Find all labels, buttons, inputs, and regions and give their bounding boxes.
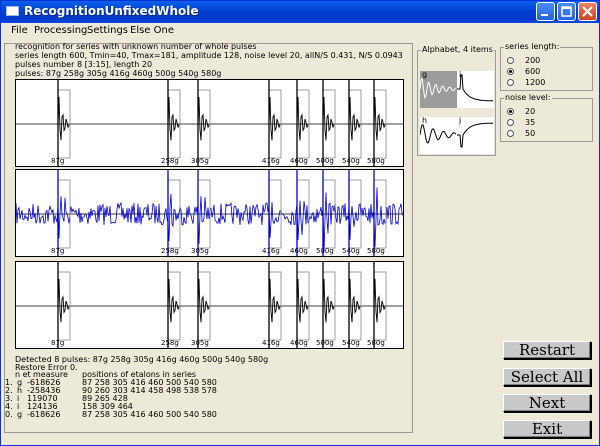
- pulse-mark-580g: [373, 80, 387, 166]
- radio-label: 20: [525, 107, 536, 116]
- plot-pulses-clean: [15, 79, 404, 167]
- pulse-mark-540g: [348, 170, 362, 256]
- main-window: RecognitionUnfixedWhole File Processing …: [0, 0, 600, 446]
- radio-label: 50: [525, 129, 536, 138]
- alphabet-item-g[interactable]: g: [420, 70, 457, 108]
- select-all-button[interactable]: Select All: [503, 368, 591, 386]
- pulse-label: 580g: [367, 339, 385, 347]
- plot-noisy-series: [15, 169, 404, 257]
- pulse-mark-500g: [322, 80, 336, 166]
- pulse-label: 540g: [342, 247, 360, 255]
- pulse-label: 416g: [262, 247, 280, 255]
- pulse-label: 460g: [290, 339, 308, 347]
- alphabet-item-h[interactable]: h: [420, 116, 457, 154]
- restart-button[interactable]: Restart: [503, 341, 591, 359]
- pulse-mark-87g: [57, 80, 71, 166]
- pulse-mark-87g: [57, 262, 71, 348]
- menu-bar: File Processing Settings Else One: [1, 23, 599, 40]
- pulse-mark-580g: [373, 262, 387, 348]
- maximize-button[interactable]: [557, 2, 576, 21]
- pulse-label: 500g: [316, 157, 334, 165]
- radio-circle-icon[interactable]: [507, 79, 514, 86]
- window-title: RecognitionUnfixedWhole: [24, 4, 199, 18]
- pulse-label: 416g: [262, 339, 280, 347]
- radio-circle-icon[interactable]: [507, 57, 514, 64]
- exit-button[interactable]: Exit: [503, 420, 591, 438]
- pulse-label: 540g: [342, 339, 360, 347]
- menu-else-one[interactable]: Else One: [130, 25, 174, 36]
- close-icon: [582, 6, 593, 17]
- app-window-icon: [6, 6, 19, 16]
- pulse-label: 460g: [290, 247, 308, 255]
- pulse-mark-305g: [197, 262, 211, 348]
- radio-circle-icon[interactable]: [507, 68, 514, 75]
- minimize-button[interactable]: [536, 2, 555, 21]
- pulse-label: 305g: [191, 247, 209, 255]
- alphabet-label: Alphabet, 4 items: [421, 45, 494, 54]
- pulse-label: 580g: [367, 157, 385, 165]
- radio-label: 1200: [525, 78, 546, 87]
- noise-level-group: [500, 98, 593, 142]
- pulse-mark-460g: [296, 262, 310, 348]
- pulse-label: 580g: [367, 247, 385, 255]
- pulse-mark-416g: [268, 80, 282, 166]
- menu-settings[interactable]: Settings: [87, 25, 128, 36]
- menu-processing[interactable]: Processing: [34, 25, 87, 36]
- alphabet-item-j[interactable]: j: [457, 116, 494, 154]
- pulse-label: 460g: [290, 157, 308, 165]
- next-button[interactable]: Next: [503, 394, 591, 412]
- pulse-label: 500g: [316, 247, 334, 255]
- pulse-mark-305g: [197, 80, 211, 166]
- alphabet-letter: j: [459, 116, 462, 125]
- radio-circle-icon[interactable]: [507, 130, 514, 137]
- pulse-label: 258g: [161, 339, 179, 347]
- series-length-label: series length:: [504, 42, 561, 51]
- close-button[interactable]: [578, 2, 597, 21]
- pulse-label: 258g: [161, 247, 179, 255]
- radio-label: 35: [525, 118, 536, 127]
- noise-level-label: noise level:: [504, 93, 552, 102]
- pulse-label: 305g: [191, 339, 209, 347]
- pulse-mark-258g: [167, 80, 181, 166]
- radio-circle-icon[interactable]: [507, 119, 514, 126]
- series-length-group: [500, 47, 593, 91]
- pulse-mark-258g: [167, 262, 181, 348]
- pulse-label: 87g: [51, 339, 65, 347]
- row-etalon: g: [17, 410, 23, 419]
- pulse-mark-540g: [348, 80, 362, 166]
- radio-label: 200: [525, 56, 541, 65]
- plot-pulses-restored: [15, 261, 404, 349]
- row-positions: 87 258 305 416 460 500 540 580: [82, 410, 217, 419]
- pulse-mark-540g: [348, 262, 362, 348]
- pulse-mark-460g: [296, 80, 310, 166]
- title-bar[interactable]: RecognitionUnfixedWhole: [1, 1, 599, 23]
- radio-label: 600: [525, 67, 541, 76]
- alphabet-letter: g: [422, 70, 428, 79]
- row-number: 0.: [5, 410, 13, 419]
- pulse-label: 416g: [262, 157, 280, 165]
- alphabet-item-i[interactable]: i: [457, 70, 494, 108]
- pulse-label: 87g: [51, 157, 65, 165]
- pulse-mark-416g: [268, 262, 282, 348]
- menu-file[interactable]: File: [11, 25, 28, 36]
- alphabet-letter: i: [459, 70, 462, 79]
- maximize-icon: [561, 6, 572, 17]
- alphabet-letter: h: [422, 116, 428, 125]
- pulse-label: 258g: [161, 157, 179, 165]
- radio-circle-icon[interactable]: [507, 108, 514, 115]
- pulse-label: 540g: [342, 157, 360, 165]
- pulse-label: 87g: [51, 247, 65, 255]
- info-line-4: pulses: 87g 258g 305g 416g 460g 500g 540…: [15, 69, 222, 78]
- pulse-label: 500g: [316, 339, 334, 347]
- pulse-mark-500g: [322, 262, 336, 348]
- minimize-icon: [541, 14, 548, 16]
- row-measure: -618626: [27, 410, 61, 419]
- pulse-label: 305g: [191, 157, 209, 165]
